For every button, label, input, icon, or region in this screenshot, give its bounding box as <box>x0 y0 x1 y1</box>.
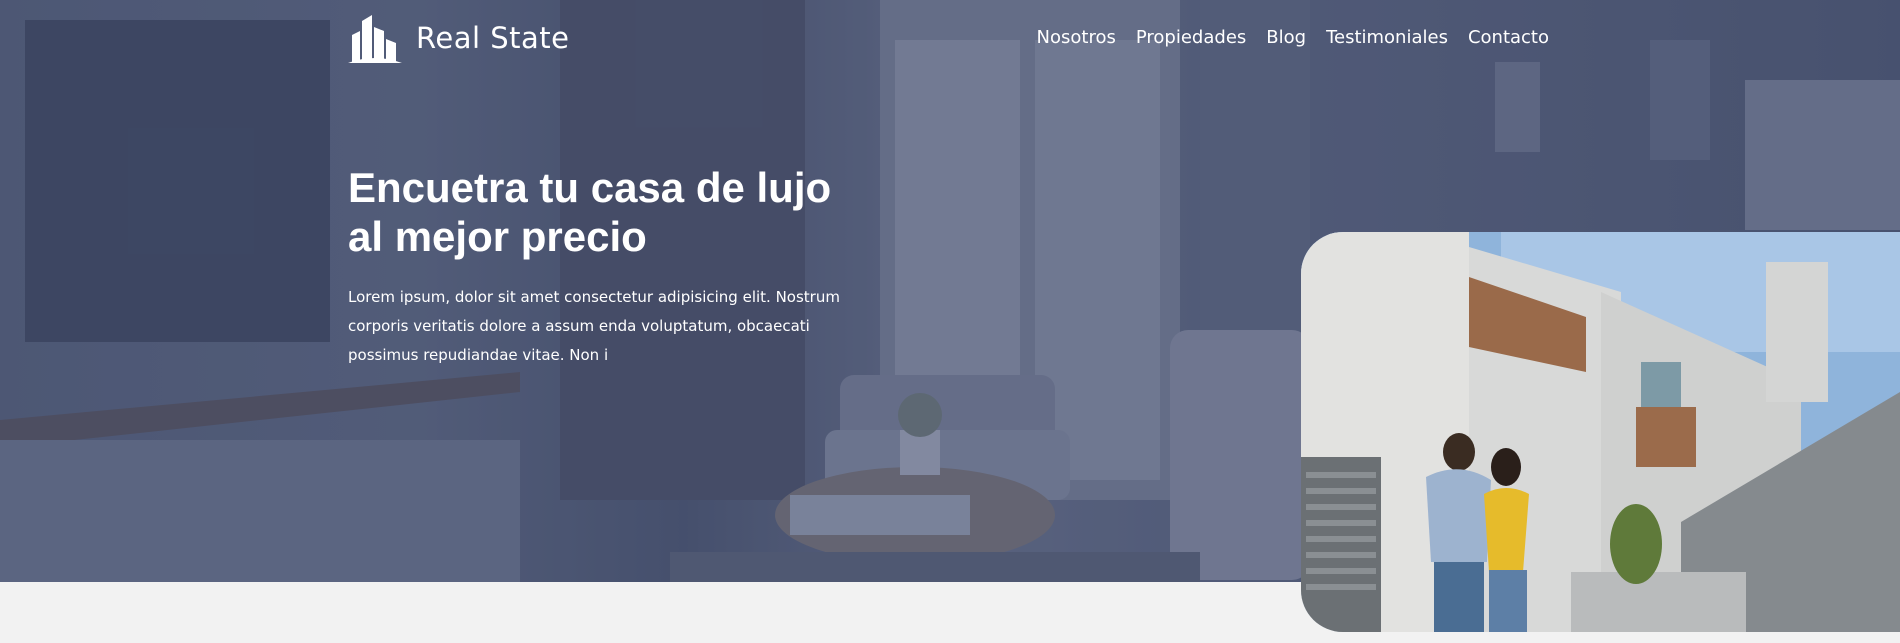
nav-item-propiedades[interactable]: Propiedades <box>1136 27 1246 48</box>
brand-name: Real State <box>416 21 570 55</box>
hero-title: Encuetra tu casa de lujo al mejor precio <box>348 164 832 260</box>
top-navigation: Real State Nosotros Propiedades Blog Tes… <box>0 0 1900 80</box>
nav-item-contacto[interactable]: Contacto <box>1468 27 1549 48</box>
nav-item-testimoniales[interactable]: Testimoniales <box>1326 27 1448 48</box>
main-menu: Nosotros Propiedades Blog Testimoniales … <box>1037 27 1549 48</box>
hero-content: Encuetra tu casa de lujo al mejor precio… <box>348 163 868 370</box>
nav-item-blog[interactable]: Blog <box>1266 27 1306 48</box>
hero-description: Lorem ipsum, dolor sit amet consectetur … <box>348 288 840 364</box>
brand-logo[interactable]: Real State <box>348 13 570 63</box>
couple-house-image <box>1301 232 1900 632</box>
buildings-icon <box>348 15 402 63</box>
nav-item-nosotros[interactable]: Nosotros <box>1037 27 1116 48</box>
